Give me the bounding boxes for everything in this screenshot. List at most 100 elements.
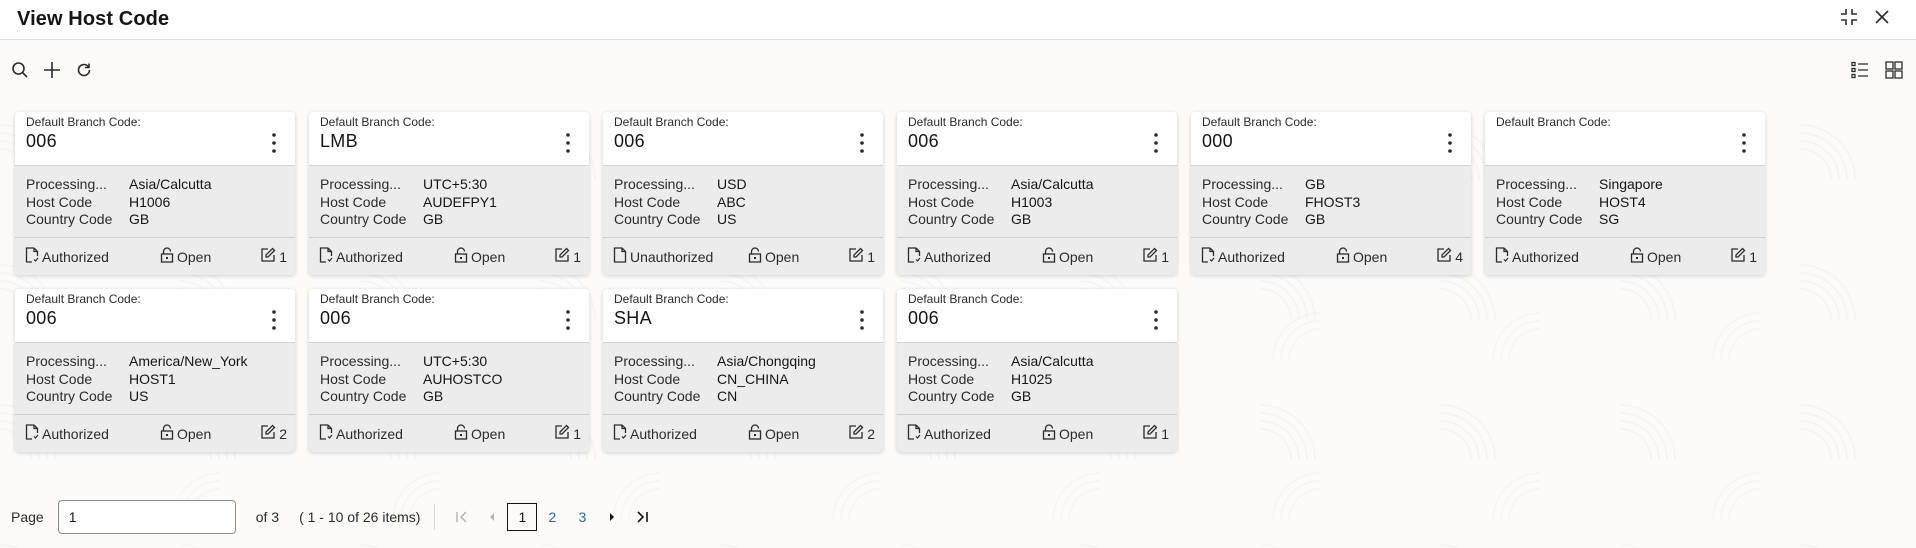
record-status-text: Open (1647, 248, 1682, 265)
pagination-divider (434, 504, 436, 530)
more-options-icon[interactable] (1737, 130, 1751, 156)
modification-count-text: 1 (279, 248, 287, 265)
processing-value: Asia/Chongqing (717, 353, 816, 369)
branch-code-label: Default Branch Code: (614, 292, 729, 306)
host-code-card[interactable]: Default Branch Code: 006 Processing... U… (603, 112, 883, 275)
record-status-text: Open (1059, 248, 1094, 265)
host-code-card[interactable]: Default Branch Code: SHA Processing... A… (603, 289, 883, 452)
card-footer: Authorized Open 4 (1191, 238, 1471, 275)
card-footer: Authorized Open 2 (15, 415, 295, 452)
authorization-status-text: Authorized (1512, 248, 1579, 265)
host-code-label: Host Code (26, 193, 93, 210)
country-code-row: Country Code SG (1496, 211, 1765, 229)
search-icon[interactable] (10, 60, 30, 80)
more-options-icon[interactable] (1149, 130, 1163, 156)
edit-icon (1436, 247, 1452, 266)
host-code-value: HOST1 (129, 370, 176, 387)
more-options-icon[interactable] (561, 307, 575, 333)
branch-code-label: Default Branch Code: (26, 292, 141, 306)
next-page-button[interactable] (597, 503, 627, 531)
host-code-card[interactable]: Default Branch Code: 006 Processing... A… (15, 289, 295, 452)
record-status: Open (1042, 247, 1093, 266)
auth-document-icon (1201, 247, 1215, 266)
list-view-icon[interactable] (1850, 60, 1870, 80)
host-code-card[interactable]: Default Branch Code: LMB Processing... U… (309, 112, 589, 275)
more-options-icon[interactable] (561, 130, 575, 156)
host-code-value: FHOST3 (1305, 193, 1361, 210)
more-options-icon[interactable] (855, 307, 869, 333)
country-code-label: Country Code (320, 388, 407, 404)
auth-document-icon (25, 247, 39, 266)
processing-row: Processing... UTC+5:30 (320, 176, 589, 194)
first-page-button[interactable] (447, 503, 477, 531)
modification-count: 4 (1436, 247, 1463, 266)
page-number-input[interactable] (57, 500, 236, 534)
processing-row: Processing... GB (1202, 176, 1471, 194)
edit-icon (1142, 247, 1158, 266)
host-code-label: Host Code (1496, 193, 1563, 210)
more-options-icon[interactable] (855, 130, 869, 156)
host-code-row: Host Code H1003 (908, 194, 1177, 212)
host-code-card[interactable]: Default Branch Code: 006 Processing... A… (15, 112, 295, 275)
host-code-value: H1003 (1011, 193, 1053, 210)
host-code-card[interactable]: Default Branch Code: Processing... Singa… (1485, 112, 1765, 275)
country-code-row: Country Code GB (1202, 211, 1471, 229)
host-code-card[interactable]: Default Branch Code: 006 Processing... U… (309, 289, 589, 452)
modification-count-text: 2 (867, 425, 875, 442)
close-icon[interactable] (1872, 7, 1892, 27)
more-options-icon[interactable] (267, 307, 281, 333)
modification-count-text: 1 (1749, 248, 1757, 265)
record-status: Open (454, 247, 505, 266)
processing-value: Singapore (1599, 176, 1663, 192)
card-body: Processing... Asia/Calcutta Host Code H1… (897, 166, 1177, 238)
card-header: Default Branch Code: 006 (897, 289, 1177, 343)
processing-label: Processing... (1496, 176, 1577, 192)
host-code-card[interactable]: Default Branch Code: 006 Processing... A… (897, 112, 1177, 275)
host-code-row: Host Code HOST4 (1496, 194, 1765, 212)
processing-value: UTC+5:30 (423, 176, 488, 192)
last-page-button[interactable] (627, 503, 657, 531)
card-header: Default Branch Code: 006 (15, 112, 295, 166)
country-code-value: GB (129, 211, 150, 227)
add-icon[interactable] (42, 60, 62, 80)
authorization-status: Authorized (907, 424, 991, 443)
country-code-label: Country Code (1496, 211, 1583, 227)
card-body: Processing... Asia/Calcutta Host Code H1… (897, 343, 1177, 415)
more-options-icon[interactable] (1149, 307, 1163, 333)
host-code-value: AUDEFPY1 (423, 193, 497, 210)
branch-code-value: 006 (320, 308, 351, 328)
unauth-document-icon (613, 247, 627, 266)
host-code-row: Host Code HOST1 (26, 371, 295, 389)
modification-count: 1 (554, 424, 581, 443)
country-code-label: Country Code (908, 211, 995, 227)
authorization-status: Authorized (319, 424, 403, 443)
processing-value: UTC+5:30 (423, 353, 488, 369)
tile-view-icon[interactable] (1884, 60, 1904, 80)
page-button-1[interactable]: 1 (507, 503, 538, 531)
host-code-label: Host Code (614, 193, 681, 210)
country-code-label: Country Code (1202, 211, 1289, 227)
view-toggle (1850, 60, 1904, 80)
host-code-card[interactable]: Default Branch Code: 000 Processing... G… (1191, 112, 1471, 275)
card-header: Default Branch Code: 006 (309, 289, 589, 343)
host-code-card[interactable]: Default Branch Code: 006 Processing... A… (897, 289, 1177, 452)
page-button-3[interactable]: 3 (567, 503, 597, 531)
refresh-icon[interactable] (74, 60, 94, 80)
record-status-text: Open (177, 425, 212, 442)
country-code-row: Country Code GB (908, 211, 1177, 229)
edit-icon (1142, 424, 1158, 443)
more-options-icon[interactable] (1443, 130, 1457, 156)
card-header: Default Branch Code: 000 (1191, 112, 1471, 166)
previous-page-button[interactable] (477, 503, 507, 531)
host-code-label: Host Code (1202, 193, 1269, 210)
page-button-2[interactable]: 2 (537, 503, 567, 531)
record-status: Open (160, 424, 211, 443)
edit-icon (848, 247, 864, 266)
host-code-label: Host Code (614, 370, 681, 387)
authorization-status: Unauthorized (613, 247, 713, 266)
country-code-value: GB (1011, 388, 1032, 404)
authorization-status: Authorized (25, 424, 109, 443)
more-options-icon[interactable] (267, 130, 281, 156)
card-header: Default Branch Code: 006 (15, 289, 295, 343)
minimize-icon[interactable] (1838, 6, 1860, 28)
